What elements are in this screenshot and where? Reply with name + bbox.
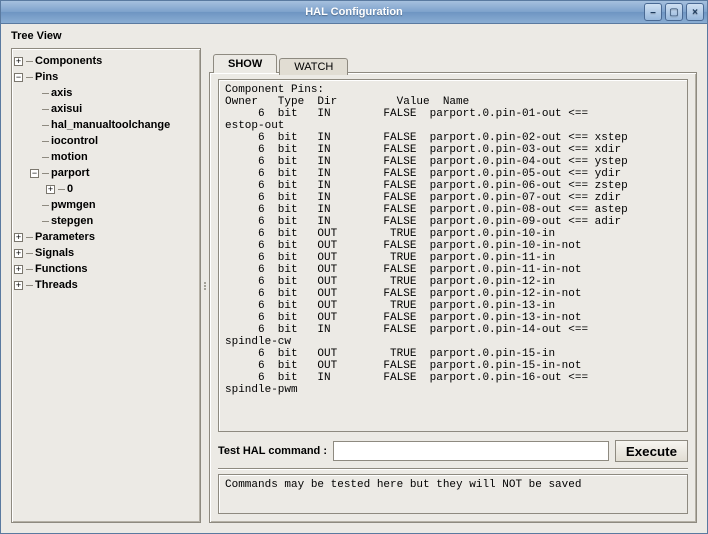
tree-label: Components xyxy=(35,55,102,67)
collapse-icon[interactable]: − xyxy=(14,73,23,82)
expand-icon[interactable]: + xyxy=(14,233,23,242)
pin-listing[interactable]: Component Pins: Owner Type Dir Value Nam… xyxy=(218,79,688,432)
tree-node-stepgen[interactable]: stepgen xyxy=(14,213,198,229)
tab-bar: SHOW WATCH xyxy=(209,48,697,72)
execute-button[interactable]: Execute xyxy=(615,440,688,462)
expand-icon[interactable]: + xyxy=(14,249,23,258)
leaf-icon xyxy=(30,217,39,226)
tree-label: stepgen xyxy=(51,215,93,227)
tree-label: iocontrol xyxy=(51,135,98,147)
tree-node-axis[interactable]: axis xyxy=(14,85,198,101)
tree-label: Parameters xyxy=(35,231,95,243)
hal-command-input[interactable] xyxy=(333,441,609,461)
tree-label: Pins xyxy=(35,71,58,83)
hint-text: Commands may be tested here but they wil… xyxy=(218,474,688,514)
close-icon[interactable]: × xyxy=(686,3,704,21)
tree-node-parameters[interactable]: + Parameters xyxy=(14,229,198,245)
leaf-icon xyxy=(30,201,39,210)
tree-label: axis xyxy=(51,87,72,99)
tree-node-axisui[interactable]: axisui xyxy=(14,101,198,117)
leaf-icon xyxy=(30,137,39,146)
app-window: HAL Configuration – ▢ × Tree View + Compo… xyxy=(0,0,708,534)
tree-node-0[interactable]: +0 xyxy=(14,181,198,197)
titlebar[interactable]: HAL Configuration – ▢ × xyxy=(1,1,707,24)
collapse-icon[interactable]: − xyxy=(30,169,39,178)
leaf-icon xyxy=(30,89,39,98)
cmd-label: Test HAL command : xyxy=(218,445,327,457)
expand-icon[interactable]: + xyxy=(14,57,23,66)
minimize-icon[interactable]: – xyxy=(644,3,662,21)
tree-node-hal-manualtoolchange[interactable]: hal_manualtoolchange xyxy=(14,117,198,133)
tree-label: Threads xyxy=(35,279,78,291)
tree-node-signals[interactable]: + Signals xyxy=(14,245,198,261)
separator xyxy=(218,468,688,470)
expand-icon[interactable]: + xyxy=(46,185,55,194)
expand-icon[interactable]: + xyxy=(14,265,23,274)
tree-node-functions[interactable]: + Functions xyxy=(14,261,198,277)
pane-resize-handle[interactable] xyxy=(201,48,209,523)
tree-node-components[interactable]: + Components xyxy=(14,53,198,69)
tree-label: motion xyxy=(51,151,88,163)
window-title: HAL Configuration xyxy=(305,6,403,18)
tab-content: Component Pins: Owner Type Dir Value Nam… xyxy=(209,72,697,523)
tree-label: Functions xyxy=(35,263,88,275)
tab-watch[interactable]: WATCH xyxy=(279,58,348,75)
tree-label: parport xyxy=(51,167,90,179)
tree-label: hal_manualtoolchange xyxy=(51,119,170,131)
tree-label: Signals xyxy=(35,247,74,259)
tree-node-pwmgen[interactable]: pwmgen xyxy=(14,197,198,213)
sidebar-label: Tree View xyxy=(1,24,707,46)
leaf-icon xyxy=(30,121,39,130)
tree-view[interactable]: + Components − Pins axis axisui hal_manualtool… xyxy=(11,48,201,523)
tab-show[interactable]: SHOW xyxy=(213,54,277,73)
tree-node-threads[interactable]: + Threads xyxy=(14,277,198,293)
tree-node-pins[interactable]: − Pins xyxy=(14,69,198,85)
expand-icon[interactable]: + xyxy=(14,281,23,290)
tree-label: pwmgen xyxy=(51,199,96,211)
leaf-icon xyxy=(30,105,39,114)
tree-node-iocontrol[interactable]: iocontrol xyxy=(14,133,198,149)
maximize-icon[interactable]: ▢ xyxy=(665,3,683,21)
tree-node-motion[interactable]: motion xyxy=(14,149,198,165)
tree-node-parport[interactable]: − parport xyxy=(14,165,198,181)
tree-label: 0 xyxy=(67,183,73,195)
tree-label: axisui xyxy=(51,103,82,115)
leaf-icon xyxy=(30,153,39,162)
